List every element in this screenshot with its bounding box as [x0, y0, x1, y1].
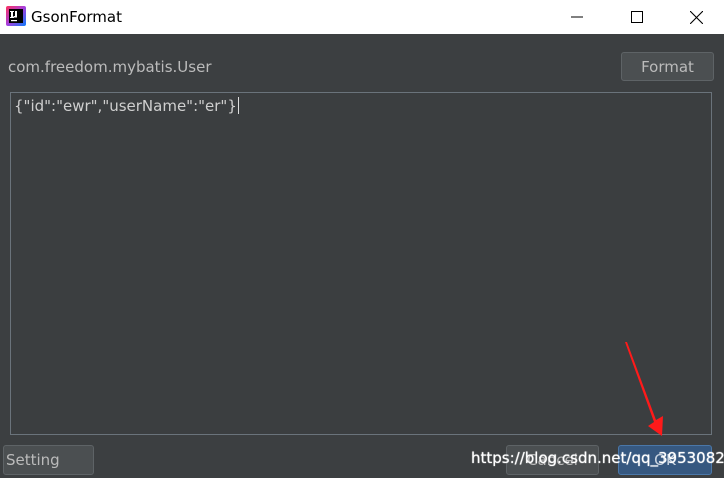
format-button[interactable]: Format [621, 52, 714, 81]
text-caret [237, 97, 239, 114]
watermark-text: https://blog.csdn.net/qq_39530821 [471, 449, 724, 467]
close-button[interactable] [673, 0, 719, 34]
minimize-button[interactable] [554, 0, 600, 34]
json-text: {"id":"ewr","userName":"er"} [14, 97, 237, 115]
json-input[interactable]: {"id":"ewr","userName":"er"} [10, 92, 712, 435]
title-bar: GsonFormat [0, 0, 724, 34]
maximize-button[interactable] [614, 0, 660, 34]
minimize-icon [571, 16, 583, 18]
maximize-icon [631, 11, 643, 23]
close-icon [689, 10, 703, 24]
red-arrow-icon [625, 342, 663, 436]
window-title: GsonFormat [31, 8, 122, 26]
setting-button[interactable]: Setting [3, 445, 94, 475]
class-name-label: com.freedom.mybatis.User [8, 58, 212, 76]
intellij-logo-icon [6, 6, 26, 26]
